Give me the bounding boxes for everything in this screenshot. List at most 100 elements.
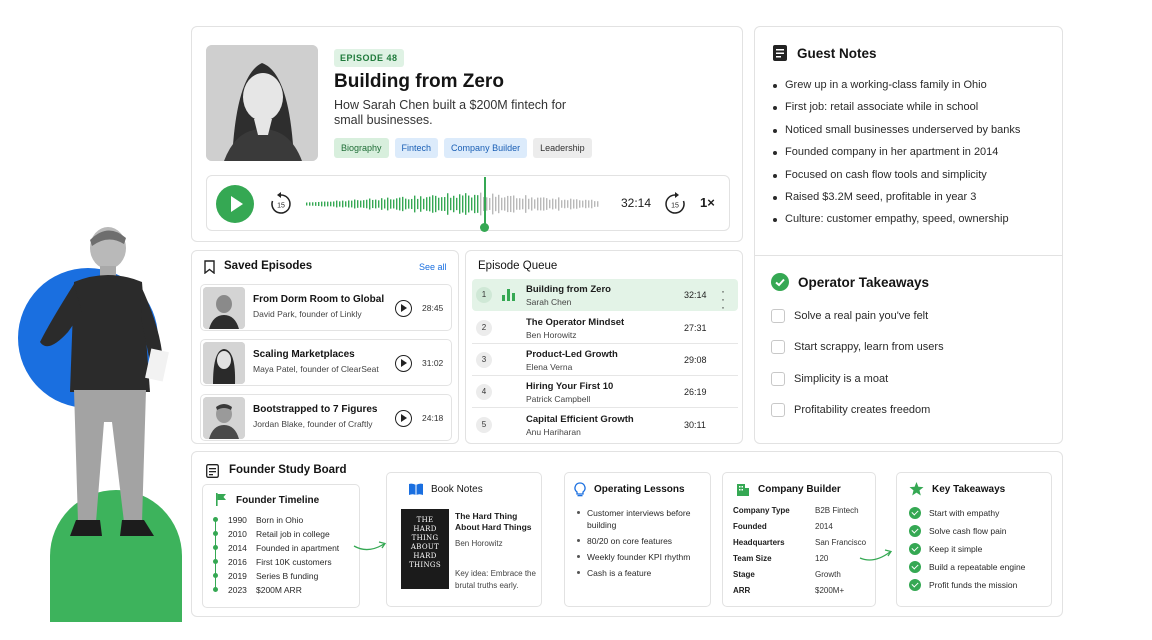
waveform-bar — [498, 194, 500, 214]
waveform-bar — [432, 195, 434, 213]
avatar — [203, 287, 245, 329]
book-cover-image: THE HARD THING ABOUT HARD THINGS — [401, 509, 449, 589]
playback-speed-button[interactable]: 1× — [700, 195, 715, 210]
queue-row[interactable]: 2 The Operator Mindset Ben Horowitz 27:3… — [472, 312, 738, 344]
waveform[interactable] — [305, 186, 601, 222]
checklist-item[interactable]: Simplicity is a moat — [771, 371, 944, 404]
timeline-dot — [213, 587, 218, 592]
play-circle-icon[interactable] — [395, 300, 412, 317]
takeaway-label: Profit funds the mission — [929, 580, 1018, 590]
waveform-bar — [495, 196, 497, 212]
waveform-bar — [357, 200, 359, 208]
waveform-bar — [336, 200, 338, 208]
timeline-dot — [213, 517, 218, 522]
play-circle-icon[interactable] — [395, 355, 412, 372]
takeaway-label: Start with empathy — [929, 508, 1000, 518]
check-icon — [909, 507, 921, 519]
list-item: Grew up in a working-class family in Ohi… — [773, 79, 1020, 101]
waveform-bar — [597, 201, 599, 207]
operating-lessons-panel: Operating Lessons Customer interviews be… — [564, 472, 711, 607]
saved-episode-row[interactable]: Scaling Marketplaces Maya Patel, founder… — [200, 339, 452, 386]
saved-episode-row[interactable]: Bootstrapped to 7 Figures Jordan Blake, … — [200, 394, 452, 441]
tag-company-builder[interactable]: Company Builder — [444, 138, 528, 158]
saved-episode-row[interactable]: From Dorm Room to Global David Park, fou… — [200, 284, 452, 331]
skip-forward-15-icon[interactable]: 15 — [663, 192, 687, 216]
guest-notes-title: Guest Notes — [797, 46, 877, 61]
waveform-bar — [429, 196, 431, 212]
hero-illustration — [0, 200, 190, 622]
list-item: 80/20 on core features — [577, 535, 697, 547]
skip-back-15-icon[interactable]: 15 — [269, 192, 293, 216]
checklist-label: Solve a real pain you've felt — [794, 310, 929, 322]
guest-portrait-image — [206, 45, 318, 161]
tag-leadership[interactable]: Leadership — [533, 138, 592, 158]
checkbox[interactable] — [771, 371, 785, 386]
timeline-year: 2010 — [228, 529, 247, 539]
operator-takeaways-card: Operator Takeaways Solve a real pain you… — [754, 255, 1063, 444]
waveform-bar — [567, 200, 569, 208]
episode-subtitle: How Sarah Chen built a $200M fintech for… — [334, 98, 567, 127]
saved-episode-title: Scaling Marketplaces — [253, 349, 355, 360]
waveform-bar — [579, 200, 581, 208]
waveform-bar — [315, 202, 317, 206]
tag-biography[interactable]: Biography — [334, 138, 389, 158]
timeline-year: 2023 — [228, 585, 247, 595]
waveform-bar — [393, 199, 395, 209]
founder-timeline-title: Founder Timeline — [236, 495, 320, 506]
checkbox[interactable] — [771, 340, 785, 355]
takeaway-label: Solve cash flow pain — [929, 526, 1007, 536]
queue-row[interactable]: 3 Product-Led Growth Elena Verna 29:08 — [472, 344, 738, 376]
cover-line: THINGS — [409, 561, 441, 569]
episode-queue-title: Episode Queue — [478, 260, 558, 272]
waveform-bar — [480, 192, 482, 216]
info-value: 2014 — [815, 522, 833, 531]
waveform-bar — [330, 201, 332, 207]
building-icon — [737, 484, 749, 496]
queue-guest: Patrick Campbell — [526, 394, 591, 404]
waveform-bar — [576, 199, 578, 209]
waveform-bar — [558, 197, 560, 211]
checkbox[interactable] — [771, 309, 785, 323]
waveform-bar — [327, 201, 329, 207]
waveform-bar — [378, 200, 380, 208]
checklist-item[interactable]: Start scrappy, learn from users — [771, 340, 944, 372]
checklist-item[interactable]: Solve a real pain you've felt — [771, 309, 944, 341]
cover-line: HARD — [413, 525, 437, 533]
company-builder-panel: Company Builder Company Type B2B Fintech … — [722, 472, 876, 607]
avatar — [203, 342, 245, 384]
episode-title: Building from Zero — [334, 71, 504, 92]
waveform-bar — [426, 197, 428, 211]
book-notes-panel: Book Notes THE HARD THING ABOUT HARD THI… — [386, 472, 542, 607]
waveform-bar — [564, 199, 566, 209]
waveform-bar — [360, 200, 362, 208]
queue-duration: 26:19 — [684, 387, 707, 397]
waveform-bar — [333, 201, 335, 207]
operating-lessons-list: Customer interviews before building 80/2… — [577, 507, 697, 583]
see-all-link[interactable]: See all — [419, 262, 447, 272]
waveform-bar — [465, 193, 467, 215]
timeline-event: First 10K customers — [256, 557, 332, 567]
checklist-item[interactable]: Profitability creates freedom — [771, 402, 944, 435]
waveform-bar — [561, 200, 563, 208]
queue-row[interactable]: 4 Hiring Your First 10 Patrick Campbell … — [472, 376, 738, 408]
waveform-bar — [381, 198, 383, 210]
play-circle-icon[interactable] — [395, 410, 412, 427]
more-options-icon[interactable]: · · · — [721, 285, 725, 313]
waveform-bar — [570, 198, 572, 210]
tag-fintech[interactable]: Fintech — [394, 138, 439, 158]
lightbulb-icon — [574, 482, 586, 497]
guest-photo — [206, 45, 318, 161]
play-button[interactable] — [216, 185, 254, 223]
waveform-bar — [438, 197, 440, 211]
book-notes-title: Book Notes — [431, 484, 483, 495]
queue-guest: Ben Horowitz — [526, 330, 577, 340]
queue-row[interactable]: 5 Capital Efficient Growth Anu Hariharan… — [472, 409, 738, 441]
queue-row-active[interactable]: 1 Building from Zero Sarah Chen 32:14 · ·… — [472, 279, 738, 313]
waveform-bar — [369, 198, 371, 210]
waveform-bar — [414, 195, 416, 213]
queue-duration: 29:08 — [684, 355, 707, 365]
playhead-handle[interactable] — [480, 223, 489, 232]
founder-timeline-panel: Founder Timeline 1990 Born in Ohio 2010 Re… — [202, 484, 360, 608]
checkbox[interactable] — [771, 402, 785, 417]
avatar — [203, 397, 245, 439]
